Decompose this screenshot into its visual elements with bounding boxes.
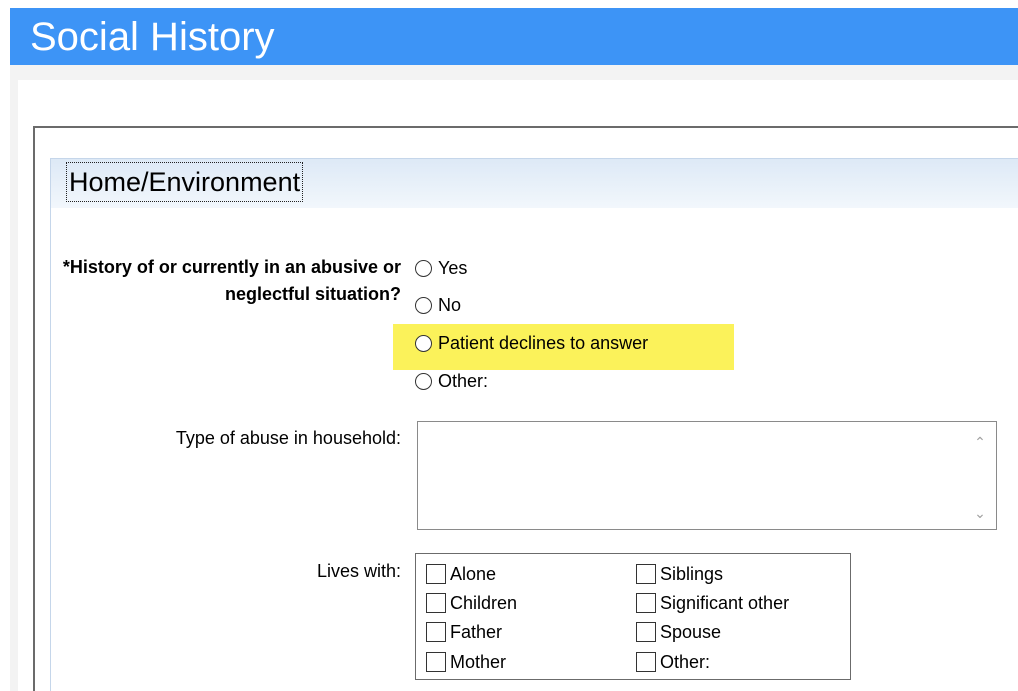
radio-label: Yes — [438, 257, 468, 278]
checkbox-label: Alone — [450, 563, 497, 584]
checkbox-box[interactable] — [636, 622, 656, 642]
lives-with-checkbox-group: Alone Children Father Mother Siblings Si… — [415, 553, 851, 680]
checkbox-children[interactable]: Children — [426, 589, 517, 617]
scroll-up-icon[interactable]: ⌃ — [974, 435, 986, 449]
checkbox-box[interactable] — [636, 652, 656, 672]
abuse-type-textarea[interactable]: ⌃ ⌄ — [417, 421, 997, 530]
checkbox-alone[interactable]: Alone — [426, 560, 496, 588]
checkbox-other[interactable]: Other: — [636, 648, 710, 676]
checkbox-box[interactable] — [426, 652, 446, 672]
checkbox-label: Mother — [450, 651, 507, 672]
checkbox-siblings[interactable]: Siblings — [636, 560, 723, 588]
checkbox-label: Siblings — [660, 563, 724, 584]
checkbox-box[interactable] — [426, 593, 446, 613]
checkbox-mother[interactable]: Mother — [426, 648, 506, 676]
checkbox-box[interactable] — [426, 622, 446, 642]
checkbox-significant-other[interactable]: Significant other — [636, 589, 789, 617]
checkbox-spouse[interactable]: Spouse — [636, 618, 721, 646]
radio-label: Patient declines to answer — [438, 332, 649, 353]
radio-option-other[interactable]: Other: — [415, 366, 488, 396]
checkbox-box[interactable] — [636, 564, 656, 584]
checkbox-label: Children — [450, 592, 518, 613]
radio-button[interactable] — [415, 334, 432, 352]
lives-with-label: Lives with: — [316, 561, 401, 581]
title-bar: Social History — [10, 8, 1018, 65]
radio-button[interactable] — [415, 372, 432, 390]
radio-option-yes[interactable]: Yes — [415, 253, 467, 283]
checkbox-box[interactable] — [636, 593, 656, 613]
radio-button[interactable] — [415, 296, 432, 314]
abuse-type-label: Type of abuse in household: — [175, 428, 401, 448]
radio-option-no[interactable]: No — [415, 290, 461, 320]
checkbox-label: Spouse — [660, 621, 722, 642]
radio-label: Other: — [438, 370, 489, 391]
section-title-home-environment[interactable]: Home/Environment — [65, 162, 304, 202]
checkbox-box[interactable] — [426, 564, 446, 584]
checkbox-label: Father — [450, 621, 503, 642]
radio-option-patient-declines[interactable]: Patient declines to answer — [415, 328, 648, 358]
checkbox-label: Other: — [660, 651, 711, 672]
scroll-down-icon[interactable]: ⌄ — [974, 506, 986, 520]
radio-button[interactable] — [415, 259, 432, 277]
checkbox-label: Significant other — [660, 592, 790, 613]
radio-label: No — [438, 294, 462, 315]
checkbox-father[interactable]: Father — [426, 618, 502, 646]
page-title: Social History — [30, 15, 275, 59]
abuse-question-label: *History of or currently in an abusive o… — [62, 257, 401, 304]
